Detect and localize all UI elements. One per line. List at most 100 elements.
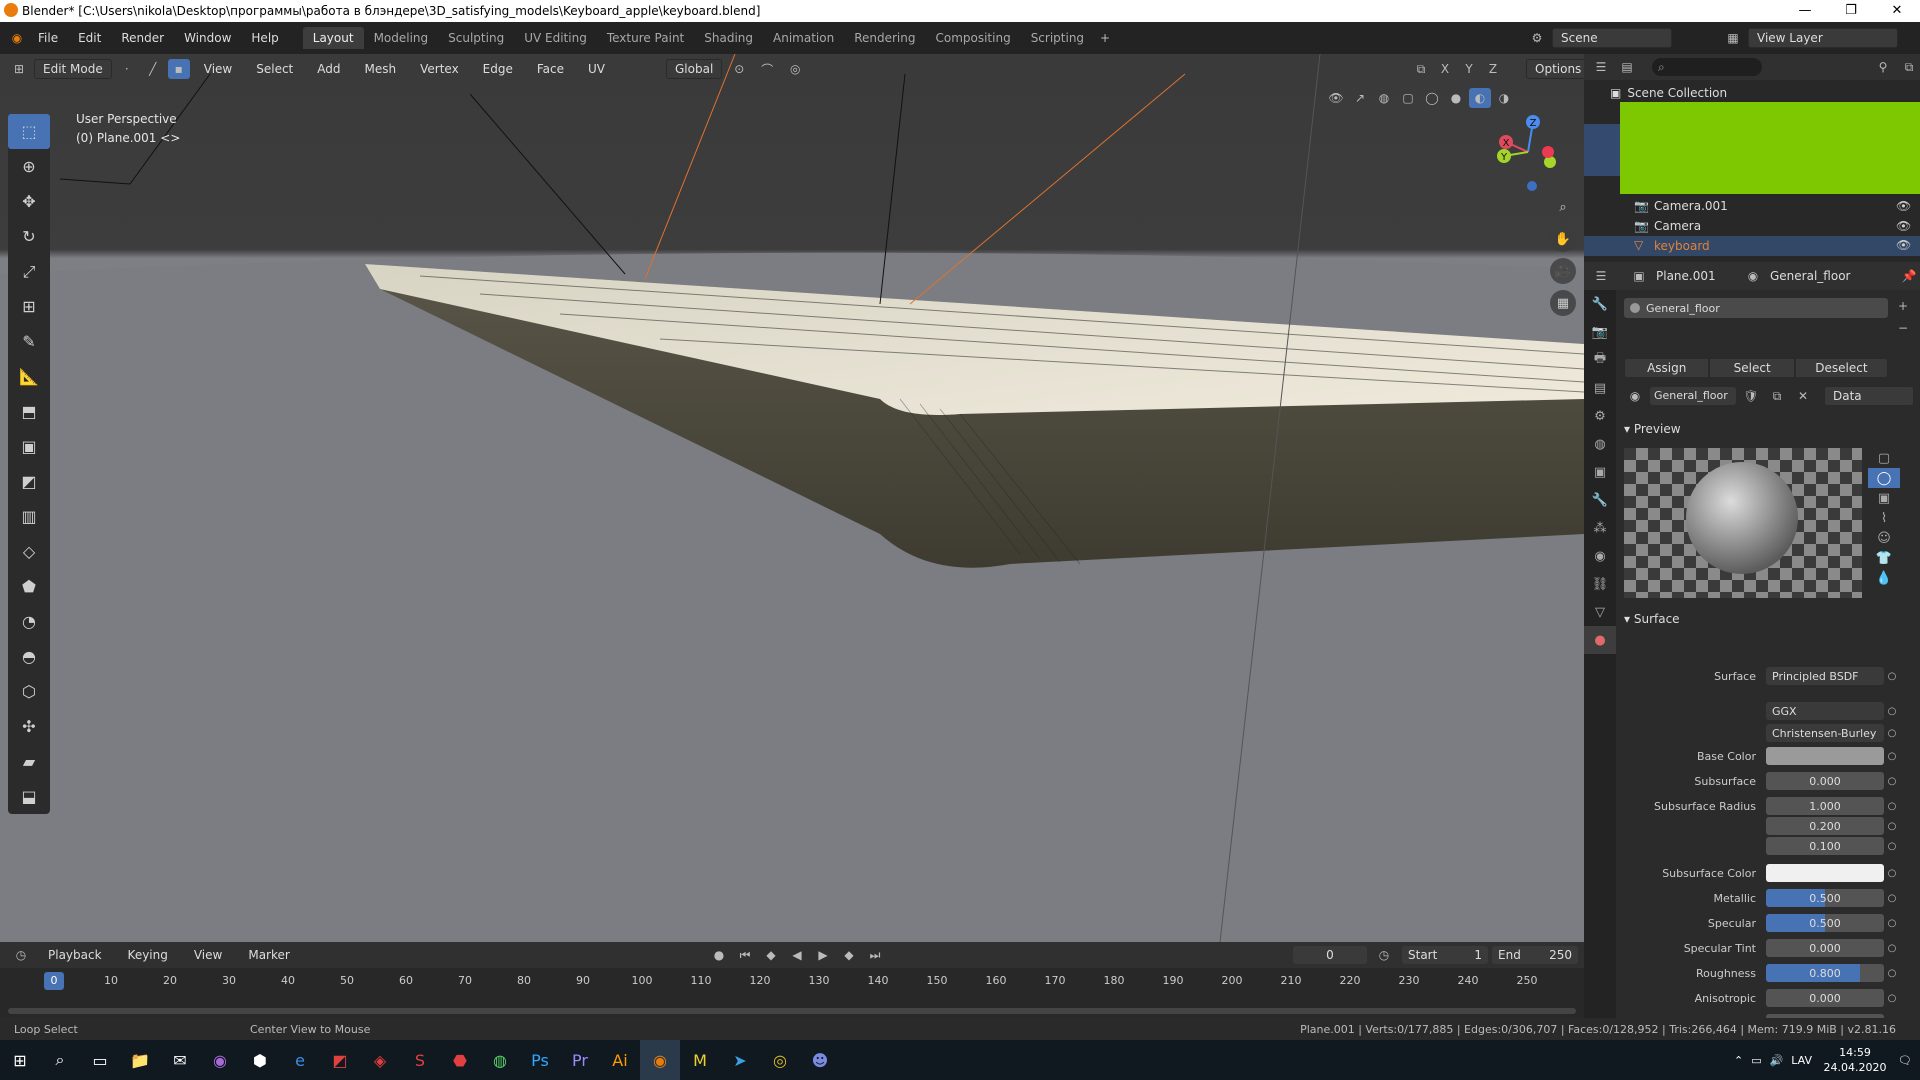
viewport-menu-mesh[interactable]: Mesh [355,62,407,76]
poly-build-tool-icon[interactable]: ⬟ [8,569,50,604]
select-button[interactable]: Select [1709,358,1795,378]
visibility-eye-icon[interactable]: 👁 [1896,238,1911,252]
socket-dot-icon[interactable]: ○ [1884,776,1900,787]
preview-panel-header[interactable]: ▾ Preview [1624,422,1681,436]
timeline[interactable]: ◷ Playback Keying View Marker ● ⏮ ◆ ◀ ▶ … [0,942,1584,1018]
app-icon[interactable]: ◉ [200,1040,240,1080]
maximize-button[interactable]: ❐ [1828,0,1874,22]
scene-tab-icon[interactable]: ⚙ [1584,402,1616,430]
preview-flat-icon[interactable]: ▢ [1868,448,1900,468]
preview-fluid-icon[interactable]: 💧 [1868,568,1900,588]
annotate-tool-icon[interactable]: ✎ [8,324,50,359]
loop-cut-tool-icon[interactable]: ▥ [8,499,50,534]
scene-collection-row[interactable]: ▣ Scene Collection [1610,86,1727,100]
view-layer-selector[interactable]: View Layer [1748,28,1898,48]
socket-dot-icon[interactable]: ○ [1884,841,1900,852]
jump-start-icon[interactable]: ⏮ [734,945,756,965]
orientation-selector[interactable]: Global [666,59,723,79]
socket-dot-icon[interactable]: ○ [1884,671,1900,682]
property-field[interactable] [1766,747,1884,765]
tab-layout[interactable]: Layout [302,27,364,49]
search-icon[interactable]: ⌕ [40,1040,80,1080]
socket-dot-icon[interactable]: ○ [1884,706,1900,717]
app-icon[interactable]: ◩ [320,1040,360,1080]
rotate-tool-icon[interactable]: ↻ [8,219,50,254]
cursor-tool-icon[interactable]: ⊕ [8,149,50,184]
viewport-menu-edge[interactable]: Edge [473,62,523,76]
timeline-scrollbar[interactable] [8,1008,1576,1014]
filter-icon[interactable]: ⚲ [1872,57,1894,77]
bevel-tool-icon[interactable]: ◩ [8,464,50,499]
app-icon[interactable]: ◍ [480,1040,520,1080]
language-indicator[interactable]: LAV [1791,1054,1812,1067]
wireframe-shading-icon[interactable]: ◯ [1421,88,1443,108]
deselect-button[interactable]: Deselect [1794,358,1889,378]
unlink-material-icon[interactable]: ✕ [1792,386,1814,406]
snap-icon[interactable]: ⌒ [756,59,778,79]
move-tool-icon[interactable]: ✥ [8,184,50,219]
particles-tab-icon[interactable]: ⁂ [1584,514,1616,542]
property-field[interactable]: 0.500 [1766,889,1884,907]
mode-selector[interactable]: Edit Mode [34,59,112,79]
link-selector[interactable]: Data [1824,386,1914,406]
3d-viewport[interactable]: ⊞ Edit Mode · ╱ ▪ View Select Add Mesh V… [0,54,1584,942]
outliner-item-keyboard[interactable]: ▽ keyboard 👁 [1584,236,1920,256]
task-view-icon[interactable]: ▭ [80,1040,120,1080]
shear-tool-icon[interactable]: ▰ [8,744,50,779]
transform-tool-icon[interactable]: ⊞ [8,289,50,324]
app-icon[interactable]: ⬣ [440,1040,480,1080]
socket-dot-icon[interactable]: ○ [1884,943,1900,954]
smooth-tool-icon[interactable]: ◓ [8,639,50,674]
prev-keyframe-icon[interactable]: ◆ [760,945,782,965]
menu-help[interactable]: Help [241,31,288,45]
properties-editor[interactable]: ☰ ▣ Plane.001 ◉ General_floor 📌 🔧 📷 🖶 ▤ … [1584,262,1920,1032]
mirror-y[interactable]: Y [1458,59,1480,79]
blender-menu-icon[interactable]: ◉ [6,28,28,48]
preview-cloth-icon[interactable]: 👕 [1868,548,1900,568]
edge-select-icon[interactable]: ╱ [142,59,164,79]
socket-dot-icon[interactable]: ○ [1884,868,1900,879]
spin-tool-icon[interactable]: ◔ [8,604,50,639]
viewport-menu-uv[interactable]: UV [578,62,615,76]
timeline-menu-playback[interactable]: Playback [38,948,112,962]
outliner-editor-icon[interactable]: ☰ [1590,57,1612,77]
property-field[interactable]: 1.000 [1766,797,1884,815]
tab-scripting[interactable]: Scripting [1021,27,1094,49]
tab-sculpting[interactable]: Sculpting [438,27,514,49]
tray-chevron-icon[interactable]: ⌃ [1734,1054,1743,1067]
socket-dot-icon[interactable]: ○ [1884,801,1900,812]
tab-compositing[interactable]: Compositing [925,27,1020,49]
property-field[interactable]: 0.000 [1766,939,1884,957]
menu-window[interactable]: Window [174,31,241,45]
object-tab-icon[interactable]: ▣ [1584,458,1616,486]
socket-dot-icon[interactable]: ○ [1884,918,1900,929]
add-slot-icon[interactable]: + [1892,296,1914,316]
tab-rendering[interactable]: Rendering [844,27,925,49]
navigation-gizmo[interactable]: Z X Y [1490,112,1566,192]
play-reverse-icon[interactable]: ◀ [786,945,808,965]
render-tab-icon[interactable]: 📷 [1584,318,1616,346]
property-field[interactable]: 0.200 [1766,817,1884,835]
modifier-tab-icon[interactable]: 🔧 [1584,486,1616,514]
assign-button[interactable]: Assign [1624,358,1710,378]
pivot-icon[interactable]: ⊙ [728,59,750,79]
extrude-tool-icon[interactable]: ⬒ [8,394,50,429]
socket-dot-icon[interactable]: ○ [1884,968,1900,979]
premiere-icon[interactable]: Pr [560,1040,600,1080]
blender-taskbar-icon[interactable]: ◉ [640,1040,680,1080]
next-keyframe-icon[interactable]: ◆ [838,945,860,965]
editor-type-icon[interactable]: ⊞ [8,59,30,79]
clock[interactable]: 14:59 24.04.2020 [1820,1045,1890,1075]
mail-icon[interactable]: ✉ [160,1040,200,1080]
gizmo-icon[interactable]: ↗ [1349,88,1371,108]
surface-panel-header[interactable]: ▾ Surface [1624,612,1680,626]
socket-dot-icon[interactable]: ○ [1884,728,1900,739]
visibility-icon[interactable]: 👁 [1325,88,1347,108]
edge-browser-icon[interactable]: e [280,1040,320,1080]
property-field[interactable]: Christensen-Burley [1766,724,1884,742]
perspective-grid-icon[interactable]: ▦ [1550,290,1576,316]
material-slot-list-item[interactable]: General_floor [1624,298,1888,318]
preview-range-icon[interactable]: ◷ [1373,945,1395,965]
timeline-menu-view[interactable]: View [184,948,232,962]
tab-shading[interactable]: Shading [694,27,763,49]
